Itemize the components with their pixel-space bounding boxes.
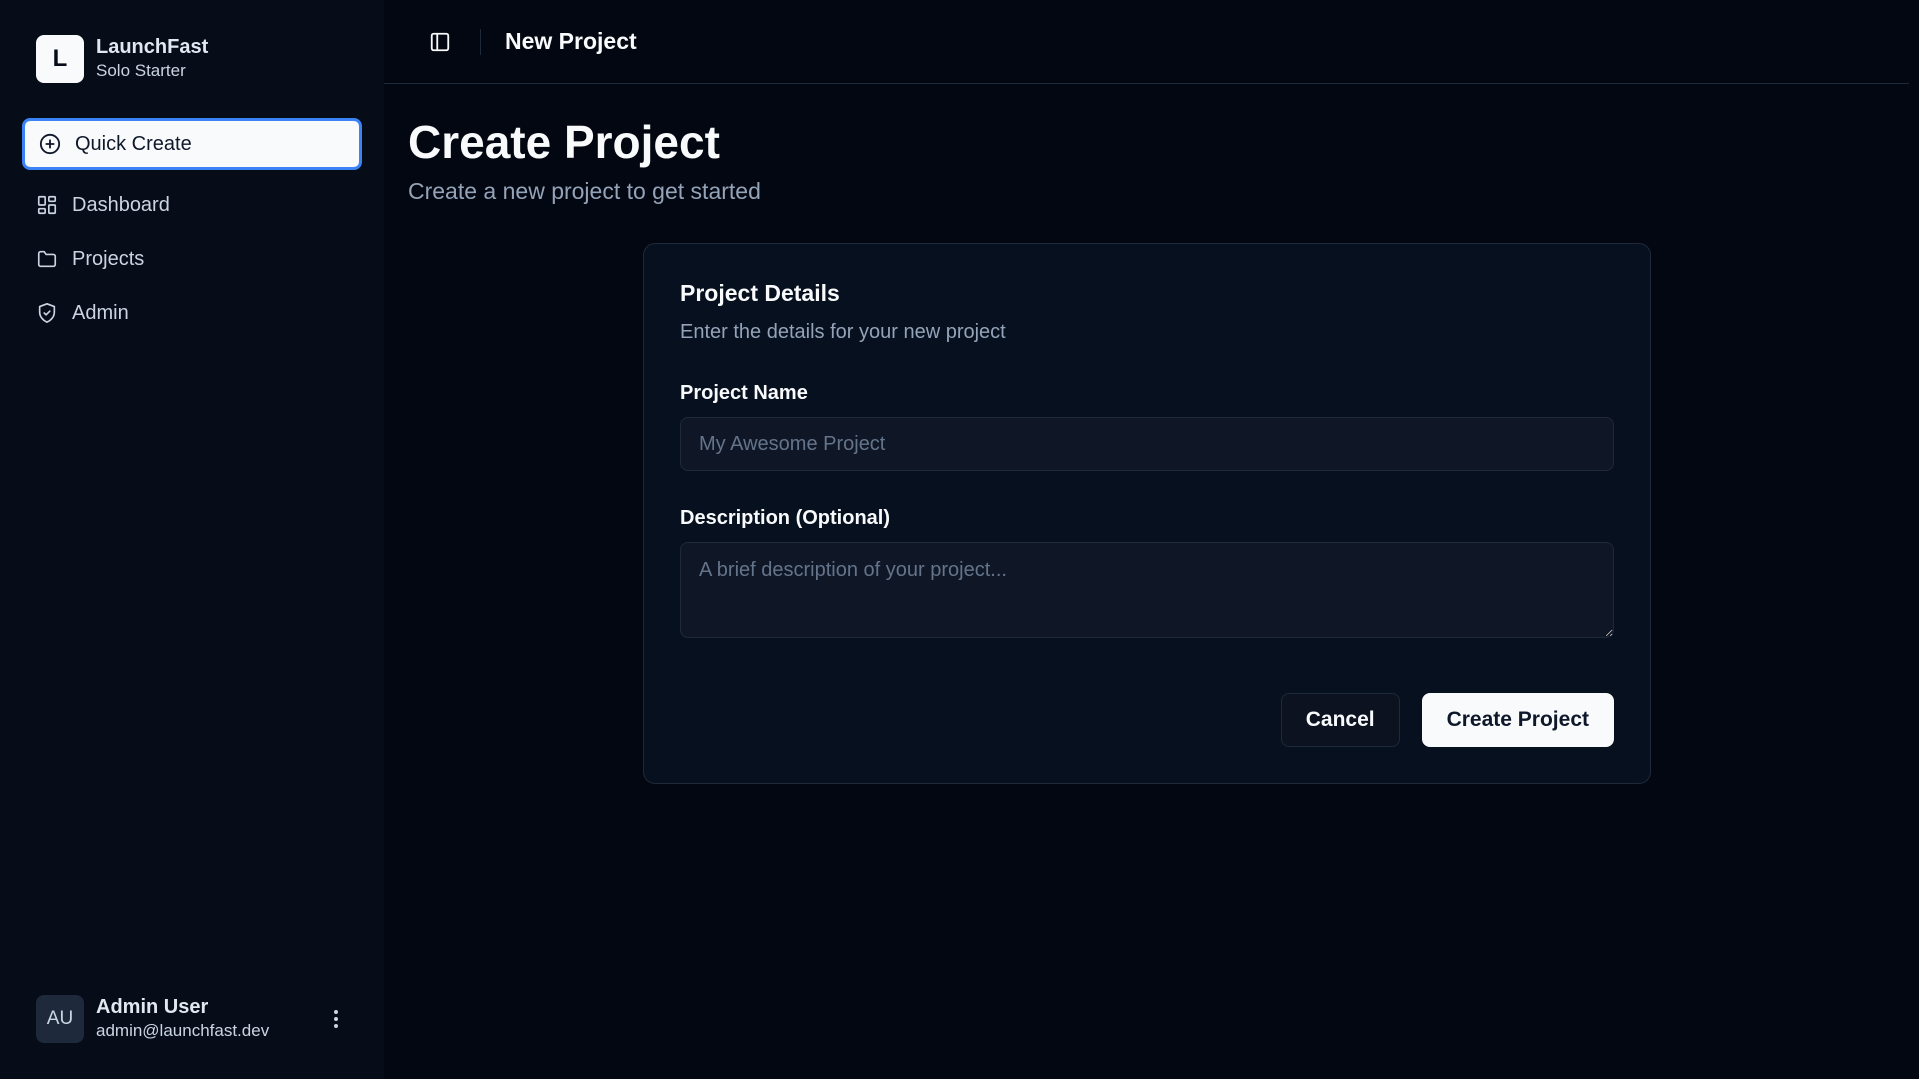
user-text: Admin User admin@launchfast.dev xyxy=(96,995,324,1043)
folder-icon xyxy=(37,250,57,268)
form-actions: Cancel Create Project xyxy=(1280,693,1614,747)
topbar-title: New Project xyxy=(505,28,637,54)
brand[interactable]: L LaunchFast Solo Starter xyxy=(22,0,362,118)
user-name: Admin User xyxy=(96,996,209,1018)
plus-circle-icon xyxy=(39,133,61,155)
shield-icon xyxy=(38,303,56,323)
sidebar-nav: Dashboard Projects Admin xyxy=(22,178,362,340)
user-profile[interactable]: AU Admin User admin@launchfast.dev xyxy=(22,989,362,1049)
topbar: New Project xyxy=(384,0,1909,84)
brand-plan: Solo Starter xyxy=(96,61,186,80)
brand-logo: L xyxy=(36,35,84,83)
sidebar-item-admin[interactable]: Admin xyxy=(22,286,362,340)
quick-create-label: Quick Create xyxy=(75,132,192,155)
sidebar: L LaunchFast Solo Starter Quick Create D… xyxy=(0,0,384,1079)
page-title: Create Project xyxy=(408,116,720,168)
cancel-button[interactable]: Cancel xyxy=(1280,693,1400,747)
sidebar-item-label: Dashboard xyxy=(72,193,170,216)
more-vertical-icon[interactable] xyxy=(324,1007,348,1031)
project-name-input[interactable] xyxy=(680,417,1614,471)
project-name-label: Project Name xyxy=(680,382,808,404)
page-subtitle: Create a new project to get started xyxy=(408,178,761,204)
create-project-button[interactable]: Create Project xyxy=(1421,693,1614,747)
grid-icon xyxy=(37,195,57,215)
card-title: Project Details xyxy=(680,280,840,306)
content: Create Project Create a new project to g… xyxy=(384,84,1919,784)
sidebar-item-dashboard[interactable]: Dashboard xyxy=(22,178,362,232)
brand-name: LaunchFast xyxy=(96,36,209,58)
sidebar-item-label: Admin xyxy=(72,301,129,324)
app: L LaunchFast Solo Starter Quick Create D… xyxy=(0,0,1919,1079)
sidebar-toggle-button[interactable] xyxy=(424,26,456,58)
main: New Project Create Project Create a new … xyxy=(384,0,1919,1079)
description-label: Description (Optional) xyxy=(680,507,890,529)
quick-create-button[interactable]: Quick Create xyxy=(22,118,362,170)
description-textarea[interactable] xyxy=(680,542,1614,638)
sidebar-item-projects[interactable]: Projects xyxy=(22,232,362,286)
panel-left-icon xyxy=(430,32,450,51)
card-description: Enter the details for your new project xyxy=(680,321,1006,343)
sidebar-item-label: Projects xyxy=(72,247,145,270)
user-email: admin@launchfast.dev xyxy=(96,1021,270,1040)
brand-text: LaunchFast Solo Starter xyxy=(96,35,208,83)
topbar-divider xyxy=(480,28,481,55)
avatar: AU xyxy=(36,995,84,1043)
project-details-card: Project Details Enter the details for yo… xyxy=(643,243,1651,784)
